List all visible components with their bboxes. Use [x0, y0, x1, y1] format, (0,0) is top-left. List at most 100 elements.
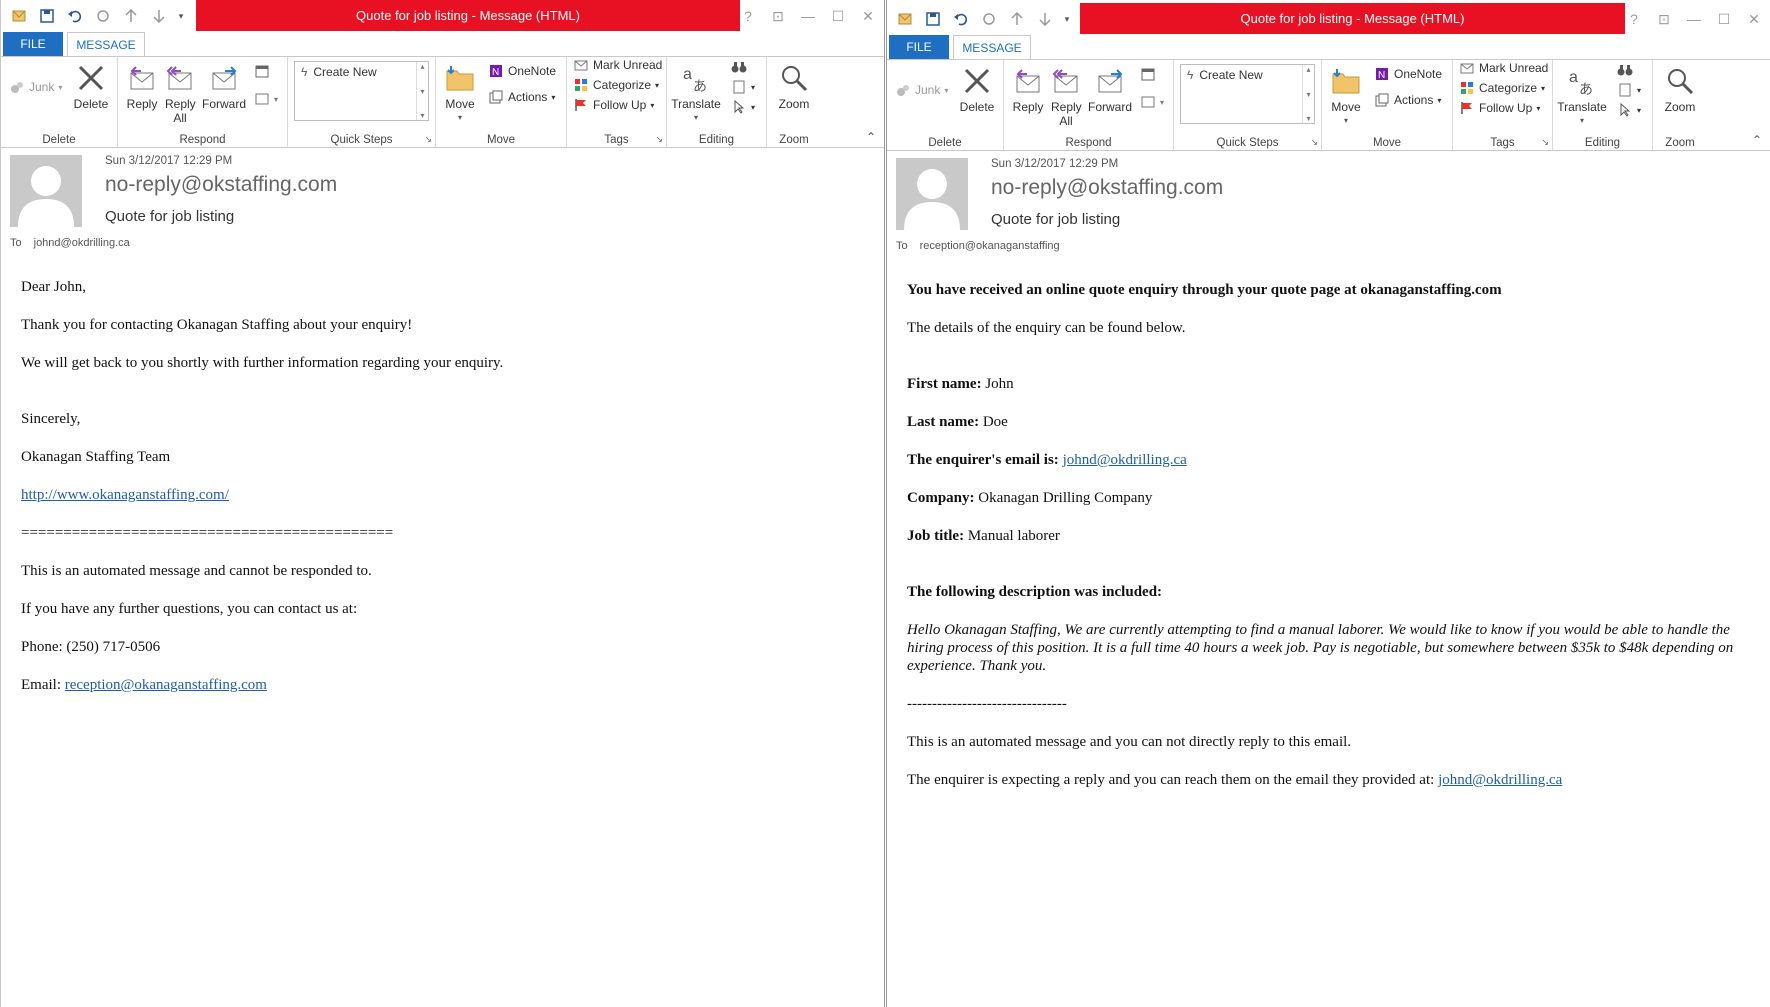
- recipient[interactable]: johnd@okdrilling.ca: [34, 237, 130, 249]
- title-bar: ▾ Quote for job listing - Message (HTML)…: [887, 3, 1770, 35]
- mark-unread-button[interactable]: Mark Unread: [1459, 60, 1548, 76]
- minimize-icon[interactable]: —: [1684, 9, 1704, 29]
- reply-all-button[interactable]: Reply All: [1046, 64, 1086, 128]
- arrow-down-icon[interactable]: [1035, 9, 1055, 29]
- find-button[interactable]: [731, 59, 747, 75]
- reply-all-icon: [1050, 64, 1082, 98]
- delete-button[interactable]: Delete: [69, 61, 113, 111]
- close-icon[interactable]: ✕: [1744, 9, 1764, 29]
- create-new-quick-step[interactable]: Create New: [313, 65, 376, 79]
- help-icon[interactable]: ?: [1624, 9, 1644, 29]
- undo-icon[interactable]: [65, 6, 85, 26]
- more-respond-button[interactable]: ▾: [1140, 94, 1164, 110]
- reply-button[interactable]: Reply: [1010, 64, 1046, 114]
- customize-toolbar-icon[interactable]: ▾: [1063, 9, 1071, 29]
- related-button[interactable]: ▾: [731, 79, 755, 95]
- onenote-button[interactable]: N OneNote: [488, 63, 556, 79]
- quick-steps-gallery[interactable]: ϟ Create New ▴ ▾ ▾: [294, 61, 429, 121]
- reply-all-button[interactable]: Reply All: [160, 61, 200, 125]
- meeting-button[interactable]: [254, 63, 270, 79]
- forward-button[interactable]: Forward: [1086, 64, 1134, 114]
- arrow-down-icon[interactable]: [149, 6, 169, 26]
- magnifier-icon: [778, 61, 810, 95]
- related-button[interactable]: ▾: [1617, 82, 1641, 98]
- select-button[interactable]: ▾: [731, 99, 755, 115]
- cursor-icon: [731, 99, 747, 115]
- sender-address[interactable]: no-reply@okstaffing.com: [105, 173, 337, 197]
- tab-message[interactable]: MESSAGE: [67, 32, 145, 57]
- meeting-icon: [254, 63, 270, 79]
- categorize-button[interactable]: Categorize ▾: [573, 77, 659, 93]
- enquirer-email-link[interactable]: johnd@okdrilling.ca: [1063, 452, 1187, 468]
- find-button[interactable]: [1617, 62, 1633, 78]
- message-window-right: ▾ Quote for job listing - Message (HTML)…: [886, 0, 1770, 1007]
- to-label: To: [10, 237, 22, 249]
- onenote-icon: N: [488, 63, 504, 79]
- translate-button[interactable]: aあ Translate ▾: [1557, 64, 1607, 128]
- group-label-zoom: Zoom: [779, 134, 809, 146]
- group-label-move: Move: [1372, 137, 1402, 149]
- categorize-button[interactable]: Categorize ▾: [1459, 80, 1545, 96]
- recipient[interactable]: reception@okanaganstaffing: [920, 240, 1060, 252]
- reply-email-link[interactable]: johnd@okdrilling.ca: [1438, 772, 1562, 788]
- group-label-editing: Editing: [1584, 137, 1621, 149]
- collapse-ribbon-icon[interactable]: ⌃: [866, 130, 876, 144]
- group-label-tags: Tags: [1490, 137, 1515, 149]
- maximize-icon[interactable]: ☐: [1714, 9, 1734, 29]
- junk-button[interactable]: Junk ▾: [895, 82, 948, 98]
- arrow-up-icon[interactable]: [121, 6, 141, 26]
- onenote-button[interactable]: N OneNote: [1374, 66, 1442, 82]
- follow-up-button[interactable]: Follow Up ▾: [573, 97, 654, 113]
- undo-icon[interactable]: [951, 9, 971, 29]
- save-icon[interactable]: [923, 9, 943, 29]
- group-respond: Reply Reply All Forward ▾ Respond: [1004, 60, 1174, 151]
- email-link[interactable]: reception@okanaganstaffing.com: [65, 677, 267, 693]
- meeting-button[interactable]: [1140, 66, 1156, 82]
- reply-icon: [126, 61, 158, 95]
- redo-icon[interactable]: [93, 6, 113, 26]
- move-button[interactable]: Move ▾: [1328, 64, 1364, 128]
- tab-message[interactable]: MESSAGE: [953, 35, 1031, 60]
- tab-file[interactable]: FILE: [889, 35, 949, 59]
- meeting-icon: [1140, 66, 1156, 82]
- greeting: Dear John,: [21, 279, 86, 295]
- zoom-button[interactable]: Zoom: [771, 61, 817, 111]
- mark-unread-button[interactable]: Mark Unread: [573, 57, 662, 73]
- move-button[interactable]: Move ▾: [442, 61, 478, 125]
- help-icon[interactable]: ?: [738, 6, 758, 26]
- collapse-ribbon-icon[interactable]: ⌃: [1752, 133, 1762, 147]
- more-respond-button[interactable]: ▾: [254, 91, 278, 107]
- group-label-editing: Editing: [698, 134, 735, 146]
- maximize-icon[interactable]: ☐: [828, 6, 848, 26]
- quick-steps-scroll[interactable]: ▴ ▾ ▾: [416, 62, 428, 120]
- select-button[interactable]: ▾: [1617, 102, 1641, 118]
- translate-button[interactable]: aあ Translate ▾: [671, 61, 721, 125]
- reply-button[interactable]: Reply: [124, 61, 160, 111]
- create-new-quick-step[interactable]: Create New: [1199, 68, 1262, 82]
- delete-button[interactable]: Delete: [955, 64, 999, 114]
- follow-up-button[interactable]: Follow Up ▾: [1459, 100, 1540, 116]
- group-move: Move ▾ N OneNote Actions ▾ Move: [1322, 60, 1453, 151]
- close-icon[interactable]: ✕: [858, 6, 878, 26]
- window-title: Quote for job listing - Message (HTML): [1080, 3, 1625, 34]
- ribbon-display-icon[interactable]: ⊡: [1654, 9, 1674, 29]
- automated-note: This is an automated message and cannot …: [21, 563, 372, 579]
- forward-button[interactable]: Forward: [200, 61, 248, 111]
- minimize-icon[interactable]: —: [798, 6, 818, 26]
- website-link[interactable]: http://www.okanaganstaffing.com/: [21, 487, 229, 503]
- group-label-respond: Respond: [179, 134, 226, 146]
- actions-button[interactable]: Actions ▾: [1374, 92, 1441, 108]
- ribbon-display-icon[interactable]: ⊡: [768, 6, 788, 26]
- first-name-row: First name: John: [907, 375, 1736, 393]
- save-icon[interactable]: [37, 6, 57, 26]
- arrow-up-icon[interactable]: [1007, 9, 1027, 29]
- quick-steps-scroll[interactable]: ▴ ▾ ▾: [1302, 65, 1314, 123]
- junk-button[interactable]: Junk ▾: [9, 79, 62, 95]
- tab-file[interactable]: FILE: [3, 32, 63, 56]
- zoom-button[interactable]: Zoom: [1657, 64, 1703, 114]
- sender-address[interactable]: no-reply@okstaffing.com: [991, 176, 1223, 200]
- customize-toolbar-icon[interactable]: ▾: [177, 6, 185, 26]
- redo-icon[interactable]: [979, 9, 999, 29]
- quick-steps-gallery[interactable]: ϟ Create New ▴ ▾ ▾: [1180, 64, 1315, 124]
- actions-button[interactable]: Actions ▾: [488, 89, 555, 105]
